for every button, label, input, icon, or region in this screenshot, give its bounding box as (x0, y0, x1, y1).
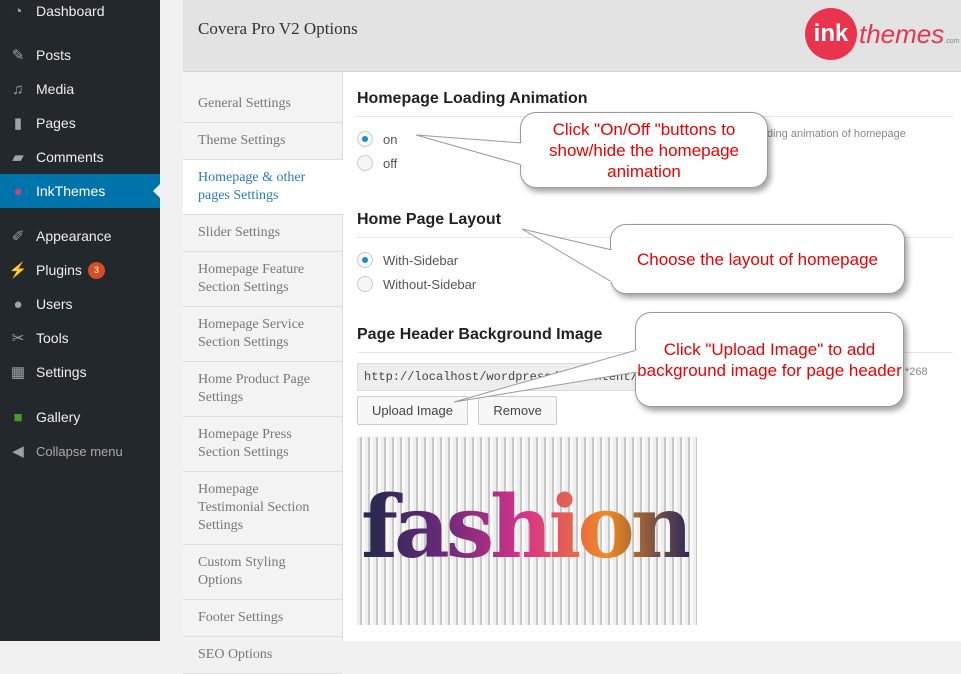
callout-tails (415, 134, 639, 403)
callout-tail-animation (415, 134, 523, 166)
callout-tail-layout (521, 228, 613, 283)
callout-tail-upload (453, 349, 638, 403)
nav-item[interactable]: SEO Options (183, 637, 342, 674)
